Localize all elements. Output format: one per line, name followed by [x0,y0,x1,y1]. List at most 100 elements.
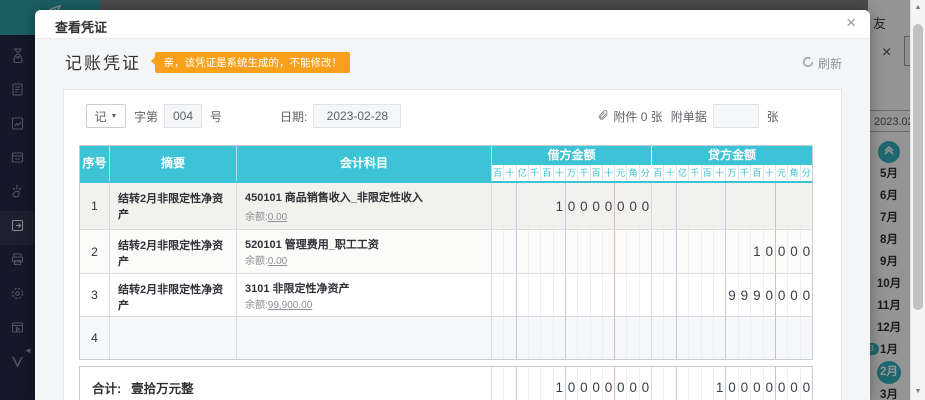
receipt-count-input[interactable] [713,104,759,128]
amount-digit-cell [615,230,627,273]
amount-digit-cell: 0 [801,230,812,273]
amount-digit-cell [664,274,676,316]
amount-digit-cell: 1 [751,230,763,273]
voucher-word-value: 记 [95,108,107,125]
digit-column-label: 十 [664,165,676,181]
header-subject: 会计科目 [237,146,492,181]
amount-digit-cell [504,183,516,229]
amount-digit-cell [726,230,738,273]
amount-digit-cell [517,317,529,359]
amount-grid [652,317,812,359]
amount-digit-cell [529,274,541,316]
amount-digit-cell: 0 [764,274,776,316]
refresh-icon [802,56,814,71]
digit-column-label: 十 [714,165,726,181]
digit-column-label: 千 [578,165,590,181]
amount-digit-cell [739,183,751,229]
refresh-button[interactable]: 刷新 [802,55,842,72]
amount-digit-cell: 0 [627,367,639,400]
amount-digit-cell [689,317,701,359]
digit-column-label: 百 [492,165,504,181]
amount-digit-cell [689,367,701,400]
amount-digit-cell [652,274,664,316]
amount-digit-cell [714,317,726,359]
digit-column-label: 元 [776,165,788,181]
summary-cell: 结转2月非限定性净资产 [110,274,237,316]
amount-digit-cell [504,317,516,359]
digit-column-label: 十 [603,165,615,181]
voucher-row: 4 [80,317,812,359]
amount-digit-cell: 0 [615,367,627,400]
number-suffix-label: 号 [210,108,222,125]
scrollbar-up-arrow-icon[interactable]: ▲ [911,1,925,15]
amount-digit-cell [788,317,800,359]
voucher-number-input[interactable] [164,104,202,128]
scrollbar-down-arrow-icon[interactable]: ▼ [911,385,925,399]
amount-grid [492,317,651,359]
amount-digit-cell: 0 [776,274,788,316]
amount-digit-cell: 0 [578,367,590,400]
amount-digit-cell [726,317,738,359]
total-row: 合计: 壹拾万元整 10000000 10000000 [79,366,813,400]
amount-digit-cell: 0 [764,230,776,273]
amount-digit-cell: 0 [566,367,578,400]
amount-digit-cell [492,230,504,273]
amount-digit-cell [603,317,615,359]
amount-digit-cell [492,367,504,400]
balance-text: 余额:0.00 [245,208,483,223]
receipt-suffix-label: 张 [767,108,779,125]
amount-digit-cell [702,183,714,229]
date-input[interactable] [313,104,401,128]
voucher-word-select[interactable]: 记 ▼ [86,104,126,128]
word-label: 字第 [134,108,158,125]
amount-digit-cell [664,230,676,273]
amount-digit-cell: 0 [776,367,788,400]
amount-grid: 9990000 [652,274,812,316]
voucher-row: 1结转2月非限定性净资产450101 商品销售收入_非限定性收入余额:0.001… [80,183,812,230]
amount-digit-cell: 0 [801,367,812,400]
digit-column-label: 千 [739,165,751,181]
amount-digit-cell: 9 [751,274,763,316]
amount-digit-cell [591,274,603,316]
amount-digit-cell: 0 [739,367,751,400]
amount-digit-cell [640,274,651,316]
amount-digit-cell [664,367,676,400]
digit-column-label: 百 [591,165,603,181]
amount-digit-cell [615,274,627,316]
attachment-link[interactable]: 附件 0 张 [597,108,662,125]
total-debit-cell: 10000000 [492,367,652,400]
amount-digit-cell [517,183,529,229]
browser-scrollbar[interactable]: ▲ ▼ [910,0,925,400]
total-label-cell: 合计: 壹拾万元整 [80,367,492,400]
debit-amount-cell [492,317,652,359]
amount-digit-cell [541,317,553,359]
amount-digit-cell: 0 [801,274,812,316]
close-icon[interactable]: × [846,13,856,33]
amount-digit-cell: 0 [776,230,788,273]
amount-digit-cell: 9 [726,274,738,316]
amount-digit-cell: 0 [788,274,800,316]
amount-grid: 10000000 [492,367,651,400]
amount-digit-cell [541,230,553,273]
amount-digit-cell [677,274,689,316]
digit-column-label: 千 [689,165,701,181]
row-index-cell: 4 [80,317,110,359]
digit-column-label: 十 [504,165,516,181]
credit-amount-cell: 10000 [652,230,812,273]
digit-column-label: 角 [788,165,800,181]
subject-cell [237,317,492,359]
amount-digit-cell [702,367,714,400]
amount-digit-cell [640,317,651,359]
scrollbar-thumb[interactable] [913,24,923,310]
amount-grid: 10000 [652,230,812,273]
amount-digit-cell [764,183,776,229]
amount-grid [652,183,812,229]
date-label: 日期: [280,108,307,125]
amount-digit-cell: 0 [726,367,738,400]
credit-amount-cell [652,183,812,229]
modal-title: 查看凭证 [55,17,107,36]
amount-digit-cell [566,274,578,316]
balance-text: 余额:0.00 [245,252,483,267]
amount-digit-cell: 0 [591,367,603,400]
voucher-table-header: 序号 摘要 会计科目 借方金额 百十亿千百十万千百十元角分 贷方金额 百十亿千百… [80,146,812,183]
